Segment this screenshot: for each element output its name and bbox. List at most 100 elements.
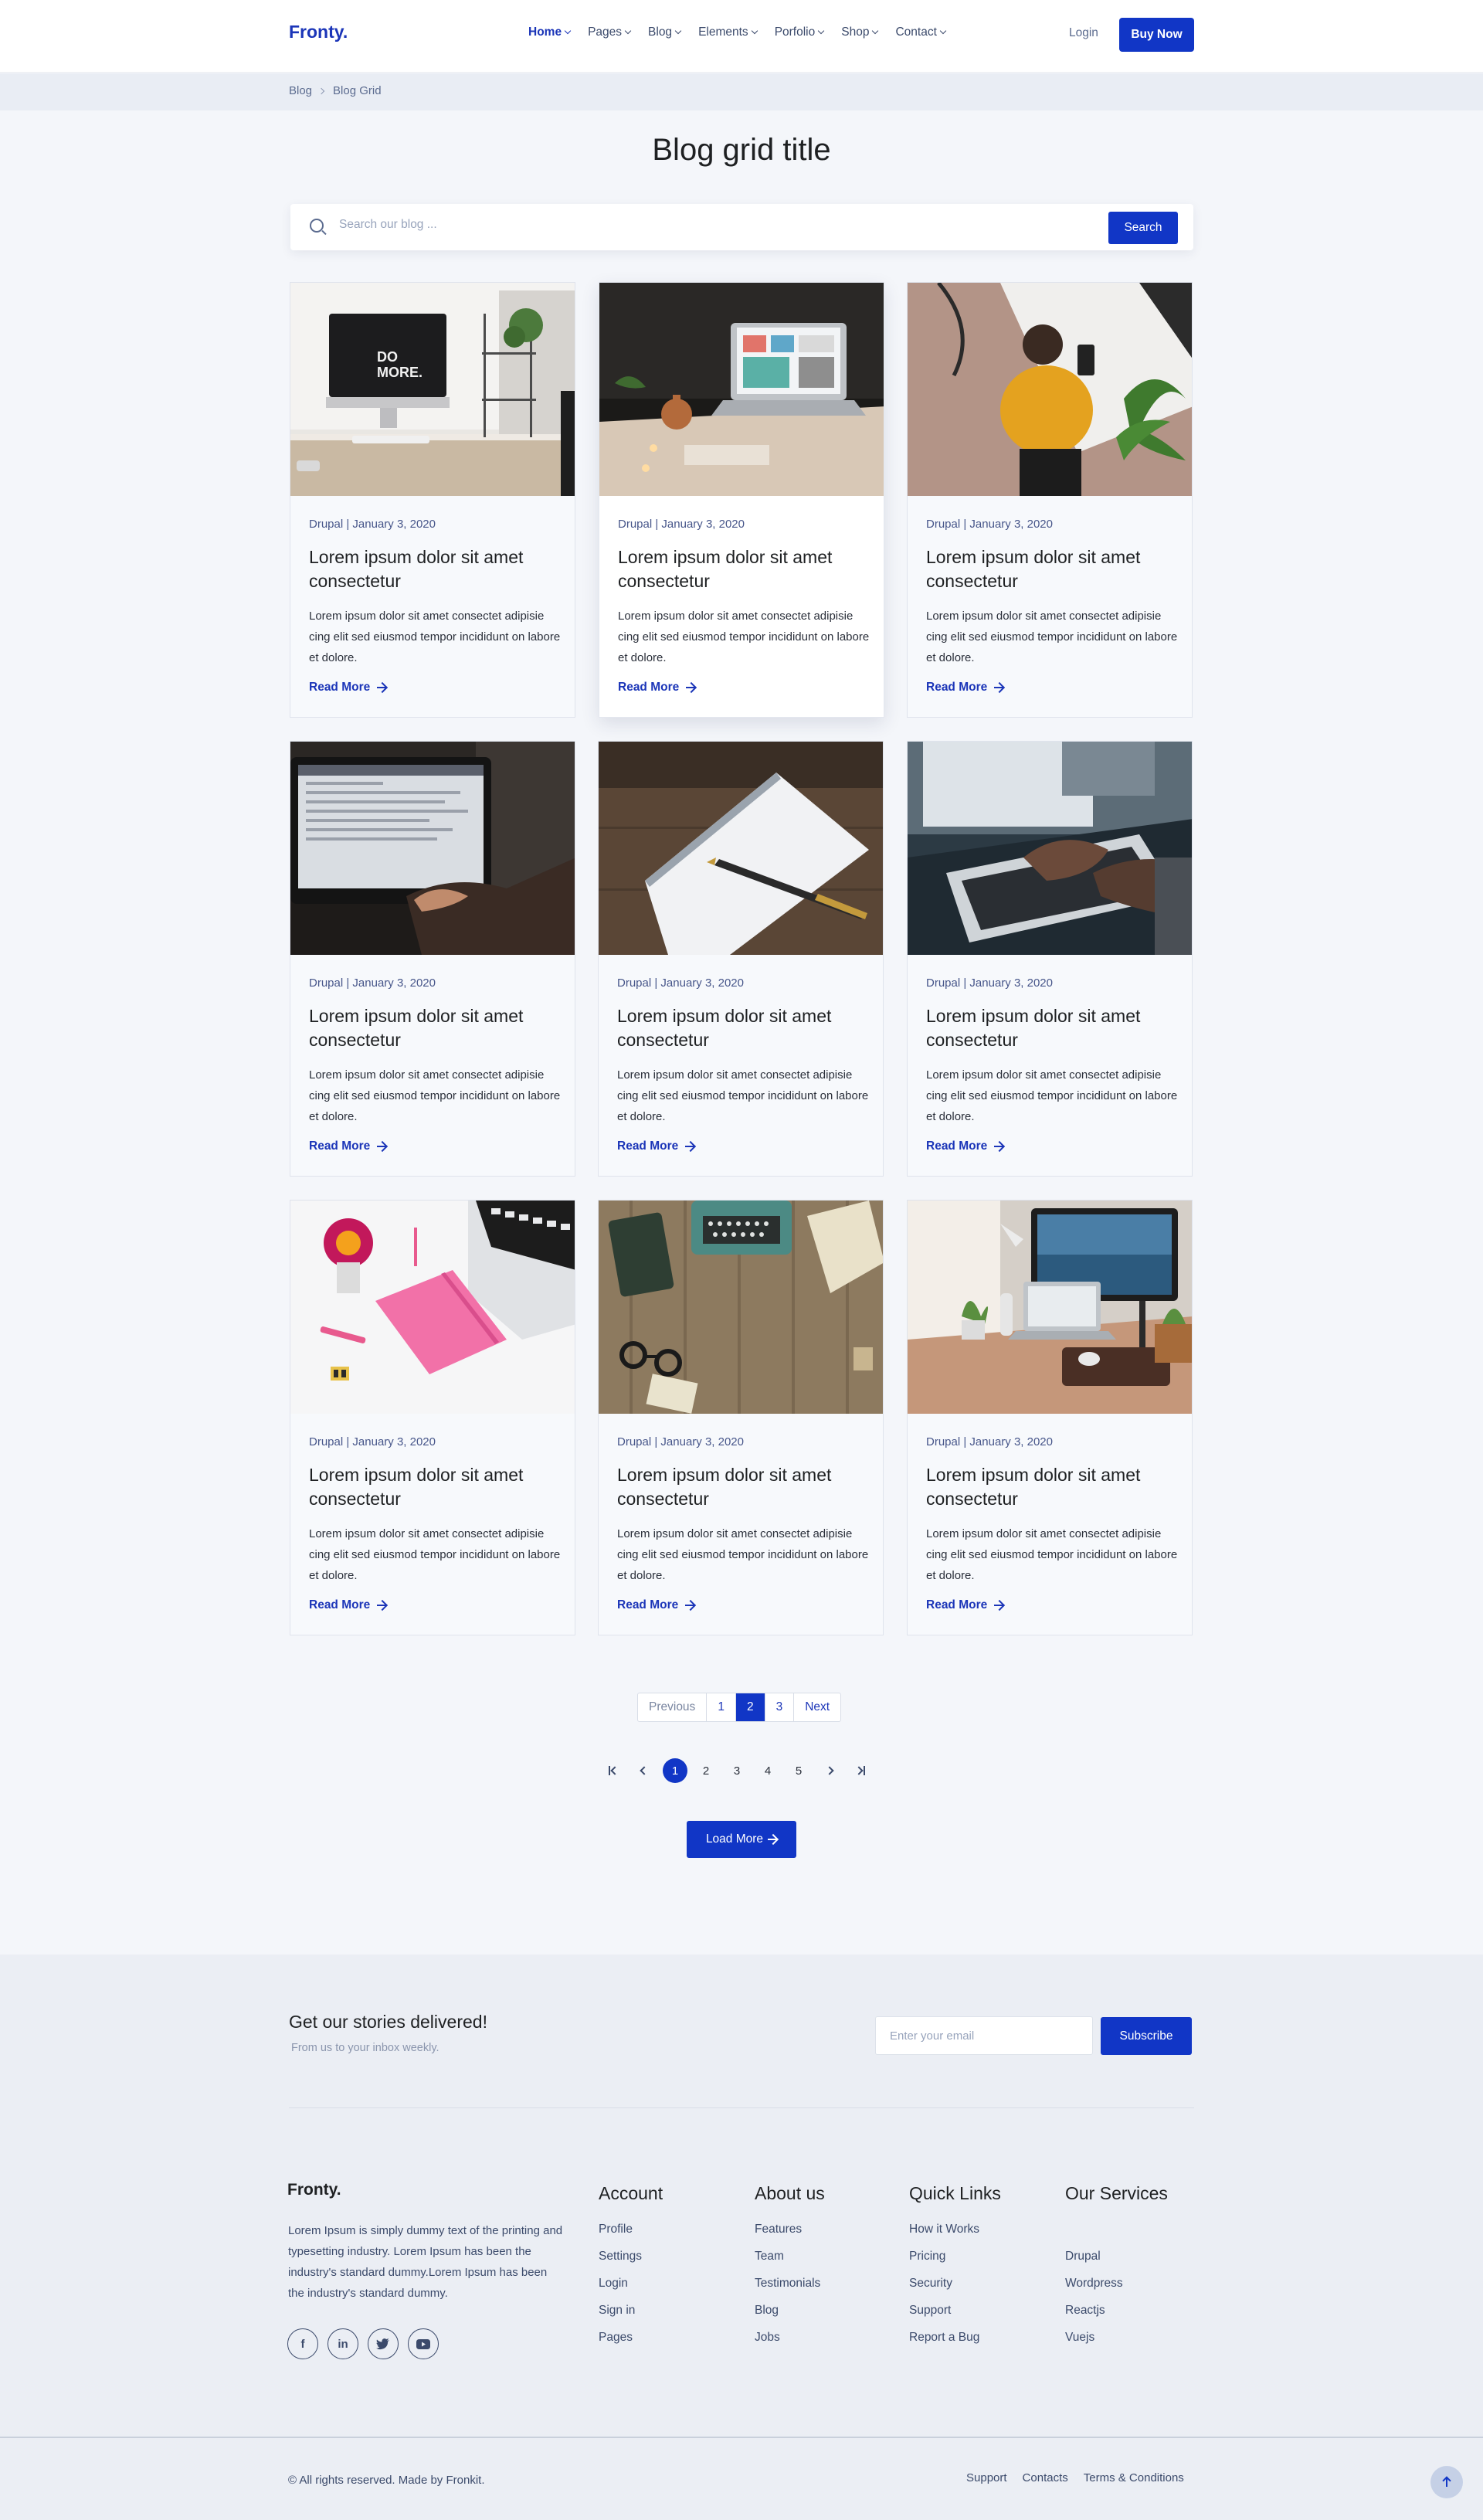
load-more-label: Load More bbox=[705, 1832, 764, 1846]
post-image-laptop-candles[interactable] bbox=[599, 283, 884, 496]
pagination-page-current[interactable]: 2 bbox=[735, 1693, 765, 1721]
read-more-link[interactable]: Read More bbox=[309, 1139, 387, 1153]
nav-contact[interactable]: Contact bbox=[895, 25, 947, 39]
subscribe-button[interactable]: Subscribe bbox=[1101, 2017, 1192, 2055]
nav-elements[interactable]: Elements bbox=[698, 25, 758, 39]
post-meta: Drupal | January 3, 2020 bbox=[618, 518, 745, 531]
pagination-page[interactable]: 3 bbox=[765, 1693, 795, 1721]
post-image-desk-monitor[interactable] bbox=[908, 1201, 1192, 1414]
read-more-link[interactable]: Read More bbox=[618, 681, 696, 695]
post-image-desk-imac[interactable]: DO MORE. bbox=[290, 283, 575, 496]
blog-card[interactable]: Drupal | January 3, 2020 Lorem ipsum dol… bbox=[598, 741, 884, 1177]
read-more-link[interactable]: Read More bbox=[309, 1598, 387, 1612]
pagination-page-current[interactable]: 1 bbox=[660, 1758, 691, 1784]
pagination-page[interactable]: 1 bbox=[707, 1693, 736, 1721]
nav-portfolio[interactable]: Porfolio bbox=[775, 25, 825, 39]
post-image-woman-at-desk[interactable] bbox=[908, 283, 1192, 496]
login-link[interactable]: Login bbox=[1069, 26, 1098, 40]
post-image-notebook-pen[interactable] bbox=[599, 742, 883, 955]
footer-support-link[interactable]: Support bbox=[966, 2471, 1007, 2484]
read-more-link[interactable]: Read More bbox=[309, 681, 387, 695]
post-title[interactable]: Lorem ipsum dolor sit amet consectetur bbox=[617, 1004, 872, 1052]
buy-now-button[interactable]: Buy Now bbox=[1119, 18, 1194, 52]
post-title[interactable]: Lorem ipsum dolor sit amet consectetur bbox=[926, 1004, 1181, 1052]
search-button[interactable]: Search bbox=[1108, 212, 1178, 244]
footer-link[interactable]: Jobs bbox=[755, 2329, 825, 2356]
footer bbox=[0, 1955, 1483, 2520]
post-image-typing-laptop-dark[interactable] bbox=[290, 742, 575, 955]
first-page-icon[interactable] bbox=[598, 1758, 629, 1784]
blog-card[interactable]: Drupal | January 3, 2020 Lorem ipsum dol… bbox=[599, 282, 884, 718]
blog-card[interactable]: Drupal | January 3, 2020 Lorem ipsum dol… bbox=[290, 741, 575, 1177]
blog-card[interactable]: Drupal | January 3, 2020 Lorem ipsum dol… bbox=[907, 1200, 1193, 1635]
arrow-up-icon bbox=[1446, 2478, 1447, 2487]
blog-card[interactable]: Drupal | January 3, 2020 Lorem ipsum dol… bbox=[598, 1200, 884, 1635]
read-more-link[interactable]: Read More bbox=[926, 1598, 1004, 1612]
post-image-typewriter[interactable] bbox=[599, 1201, 883, 1414]
footer-logo[interactable]: Fronty. bbox=[287, 2181, 341, 2199]
post-title[interactable]: Lorem ipsum dolor sit amet consectetur bbox=[618, 545, 873, 593]
back-to-top-button[interactable] bbox=[1430, 2466, 1463, 2498]
nav-blog[interactable]: Blog bbox=[648, 25, 682, 39]
footer-link[interactable]: Testimonials bbox=[755, 2275, 825, 2302]
linkedin-icon[interactable]: in bbox=[327, 2328, 358, 2359]
read-more-link[interactable]: Read More bbox=[617, 1139, 695, 1153]
footer-link[interactable]: Settings bbox=[599, 2248, 663, 2275]
post-title[interactable]: Lorem ipsum dolor sit amet consectetur bbox=[926, 1463, 1181, 1511]
facebook-icon[interactable]: f bbox=[287, 2328, 318, 2359]
footer-link[interactable]: Pages bbox=[599, 2329, 663, 2356]
blog-card[interactable]: Drupal | January 3, 2020 Lorem ipsum dol… bbox=[290, 1200, 575, 1635]
chevron-right-icon[interactable] bbox=[814, 1758, 845, 1784]
pagination-page[interactable]: 2 bbox=[691, 1758, 721, 1784]
footer-link[interactable]: Reactjs bbox=[1065, 2302, 1168, 2329]
pagination-previous[interactable]: Previous bbox=[638, 1693, 708, 1721]
newsletter-email-field[interactable] bbox=[875, 2016, 1093, 2055]
footer-link[interactable]: Wordpress bbox=[1065, 2275, 1168, 2302]
post-title[interactable]: Lorem ipsum dolor sit amet consectetur bbox=[926, 545, 1181, 593]
post-image-pink-notebook[interactable] bbox=[290, 1201, 575, 1414]
footer-link[interactable]: Team bbox=[755, 2248, 825, 2275]
breadcrumb-blog[interactable]: Blog bbox=[289, 84, 312, 97]
nav-pages[interactable]: Pages bbox=[588, 25, 632, 39]
footer-contacts-link[interactable]: Contacts bbox=[1023, 2471, 1068, 2484]
footer-link[interactable]: Pricing bbox=[909, 2248, 1001, 2275]
logo[interactable]: Fronty. bbox=[289, 22, 348, 42]
read-more-link[interactable]: Read More bbox=[926, 1139, 1004, 1153]
footer-link[interactable]: Features bbox=[755, 2221, 825, 2248]
social-links: f in bbox=[287, 2328, 439, 2359]
footer-link[interactable]: Support bbox=[909, 2302, 1001, 2329]
chevron-left-icon[interactable] bbox=[629, 1758, 660, 1784]
nav-home[interactable]: Home bbox=[528, 25, 572, 39]
footer-link[interactable]: Blog bbox=[755, 2302, 825, 2329]
blog-card[interactable]: Drupal | January 3, 2020 Lorem ipsum dol… bbox=[907, 282, 1193, 718]
twitter-icon[interactable] bbox=[368, 2328, 399, 2359]
footer-link[interactable]: Report a Bug bbox=[909, 2329, 1001, 2356]
footer-link[interactable]: How it Works bbox=[909, 2221, 1001, 2248]
pagination-page[interactable]: 3 bbox=[721, 1758, 752, 1784]
footer-link[interactable]: Vuejs bbox=[1065, 2329, 1168, 2356]
post-title[interactable]: Lorem ipsum dolor sit amet consectetur bbox=[617, 1463, 872, 1511]
read-more-link[interactable]: Read More bbox=[617, 1598, 695, 1612]
youtube-icon[interactable] bbox=[408, 2328, 439, 2359]
footer-link[interactable]: Profile bbox=[599, 2221, 663, 2248]
post-image-hands-typing[interactable] bbox=[908, 742, 1192, 955]
read-more-link[interactable]: Read More bbox=[926, 681, 1004, 695]
search-input[interactable] bbox=[339, 218, 1034, 232]
pagination-page[interactable]: 4 bbox=[752, 1758, 783, 1784]
post-meta: Drupal | January 3, 2020 bbox=[309, 518, 436, 531]
blog-card[interactable]: DO MORE. Drupal | January 3, 2020 Lorem … bbox=[290, 282, 575, 718]
last-page-icon[interactable] bbox=[845, 1758, 876, 1784]
nav-shop[interactable]: Shop bbox=[841, 25, 879, 39]
pagination-page[interactable]: 5 bbox=[783, 1758, 814, 1784]
load-more-button[interactable]: Load More bbox=[687, 1821, 796, 1858]
footer-link[interactable]: Sign in bbox=[599, 2302, 663, 2329]
footer-link[interactable]: Security bbox=[909, 2275, 1001, 2302]
footer-link[interactable]: Login bbox=[599, 2275, 663, 2302]
post-title[interactable]: Lorem ipsum dolor sit amet consectetur bbox=[309, 545, 564, 593]
post-title[interactable]: Lorem ipsum dolor sit amet consectetur bbox=[309, 1004, 564, 1052]
pagination-next[interactable]: Next bbox=[794, 1693, 840, 1721]
blog-card[interactable]: Drupal | January 3, 2020 Lorem ipsum dol… bbox=[907, 741, 1193, 1177]
footer-link[interactable]: Drupal bbox=[1065, 2248, 1168, 2275]
post-title[interactable]: Lorem ipsum dolor sit amet consectetur bbox=[309, 1463, 564, 1511]
footer-terms-link[interactable]: Terms & Conditions bbox=[1084, 2471, 1184, 2484]
